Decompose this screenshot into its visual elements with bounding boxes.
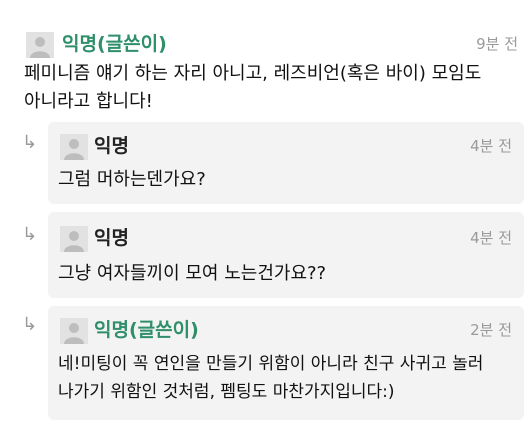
comment-item: 익명(글쓴이) 9분 전 페미니즘 얘기 하는 자리 아니고, 레즈비언(혹은 … [0, 0, 530, 118]
reply-arrow-icon: ↳ [22, 314, 38, 335]
reply-item: 익명 4분 전 그냥 여자들끼이 모여 노는건가요?? [48, 212, 524, 298]
default-avatar-icon[interactable] [60, 134, 88, 160]
reply-author[interactable]: 익명 [94, 226, 129, 250]
reply-arrow-icon: ↳ [22, 224, 38, 245]
reply-time: 4분 전 [470, 229, 512, 247]
reply-item: 익명(글쓴이) 2분 전 네!미팅이 꼭 연인을 만들기 위함이 아니라 친구 … [48, 306, 524, 420]
reply-text: 그럼 머하는덴가요? [58, 169, 206, 190]
reply-time: 2분 전 [470, 321, 512, 339]
reply-text: 네!미팅이 꼭 연인을 만들기 위함이 아니라 친구 사귀고 놀러 나가기 위함… [58, 354, 484, 402]
comment-time: 9분 전 [476, 35, 518, 53]
reply-author[interactable]: 익명 [94, 134, 129, 158]
comment-author[interactable]: 익명(글쓴이) [62, 32, 167, 56]
default-avatar-icon[interactable] [60, 226, 88, 252]
reply-text: 그냥 여자들끼이 모여 노는건가요?? [58, 263, 327, 284]
comment-text: 페미니즘 얘기 하는 자리 아니고, 레즈비언(혹은 바이) 모임도 아니라고 … [24, 63, 482, 112]
reply-item: 익명 4분 전 그럼 머하는덴가요? [48, 122, 524, 204]
default-avatar-icon[interactable] [26, 32, 54, 58]
reply-author[interactable]: 익명(글쓴이) [94, 318, 199, 342]
reply-time: 4분 전 [470, 137, 512, 155]
default-avatar-icon[interactable] [60, 318, 88, 344]
reply-arrow-icon: ↳ [22, 132, 38, 153]
